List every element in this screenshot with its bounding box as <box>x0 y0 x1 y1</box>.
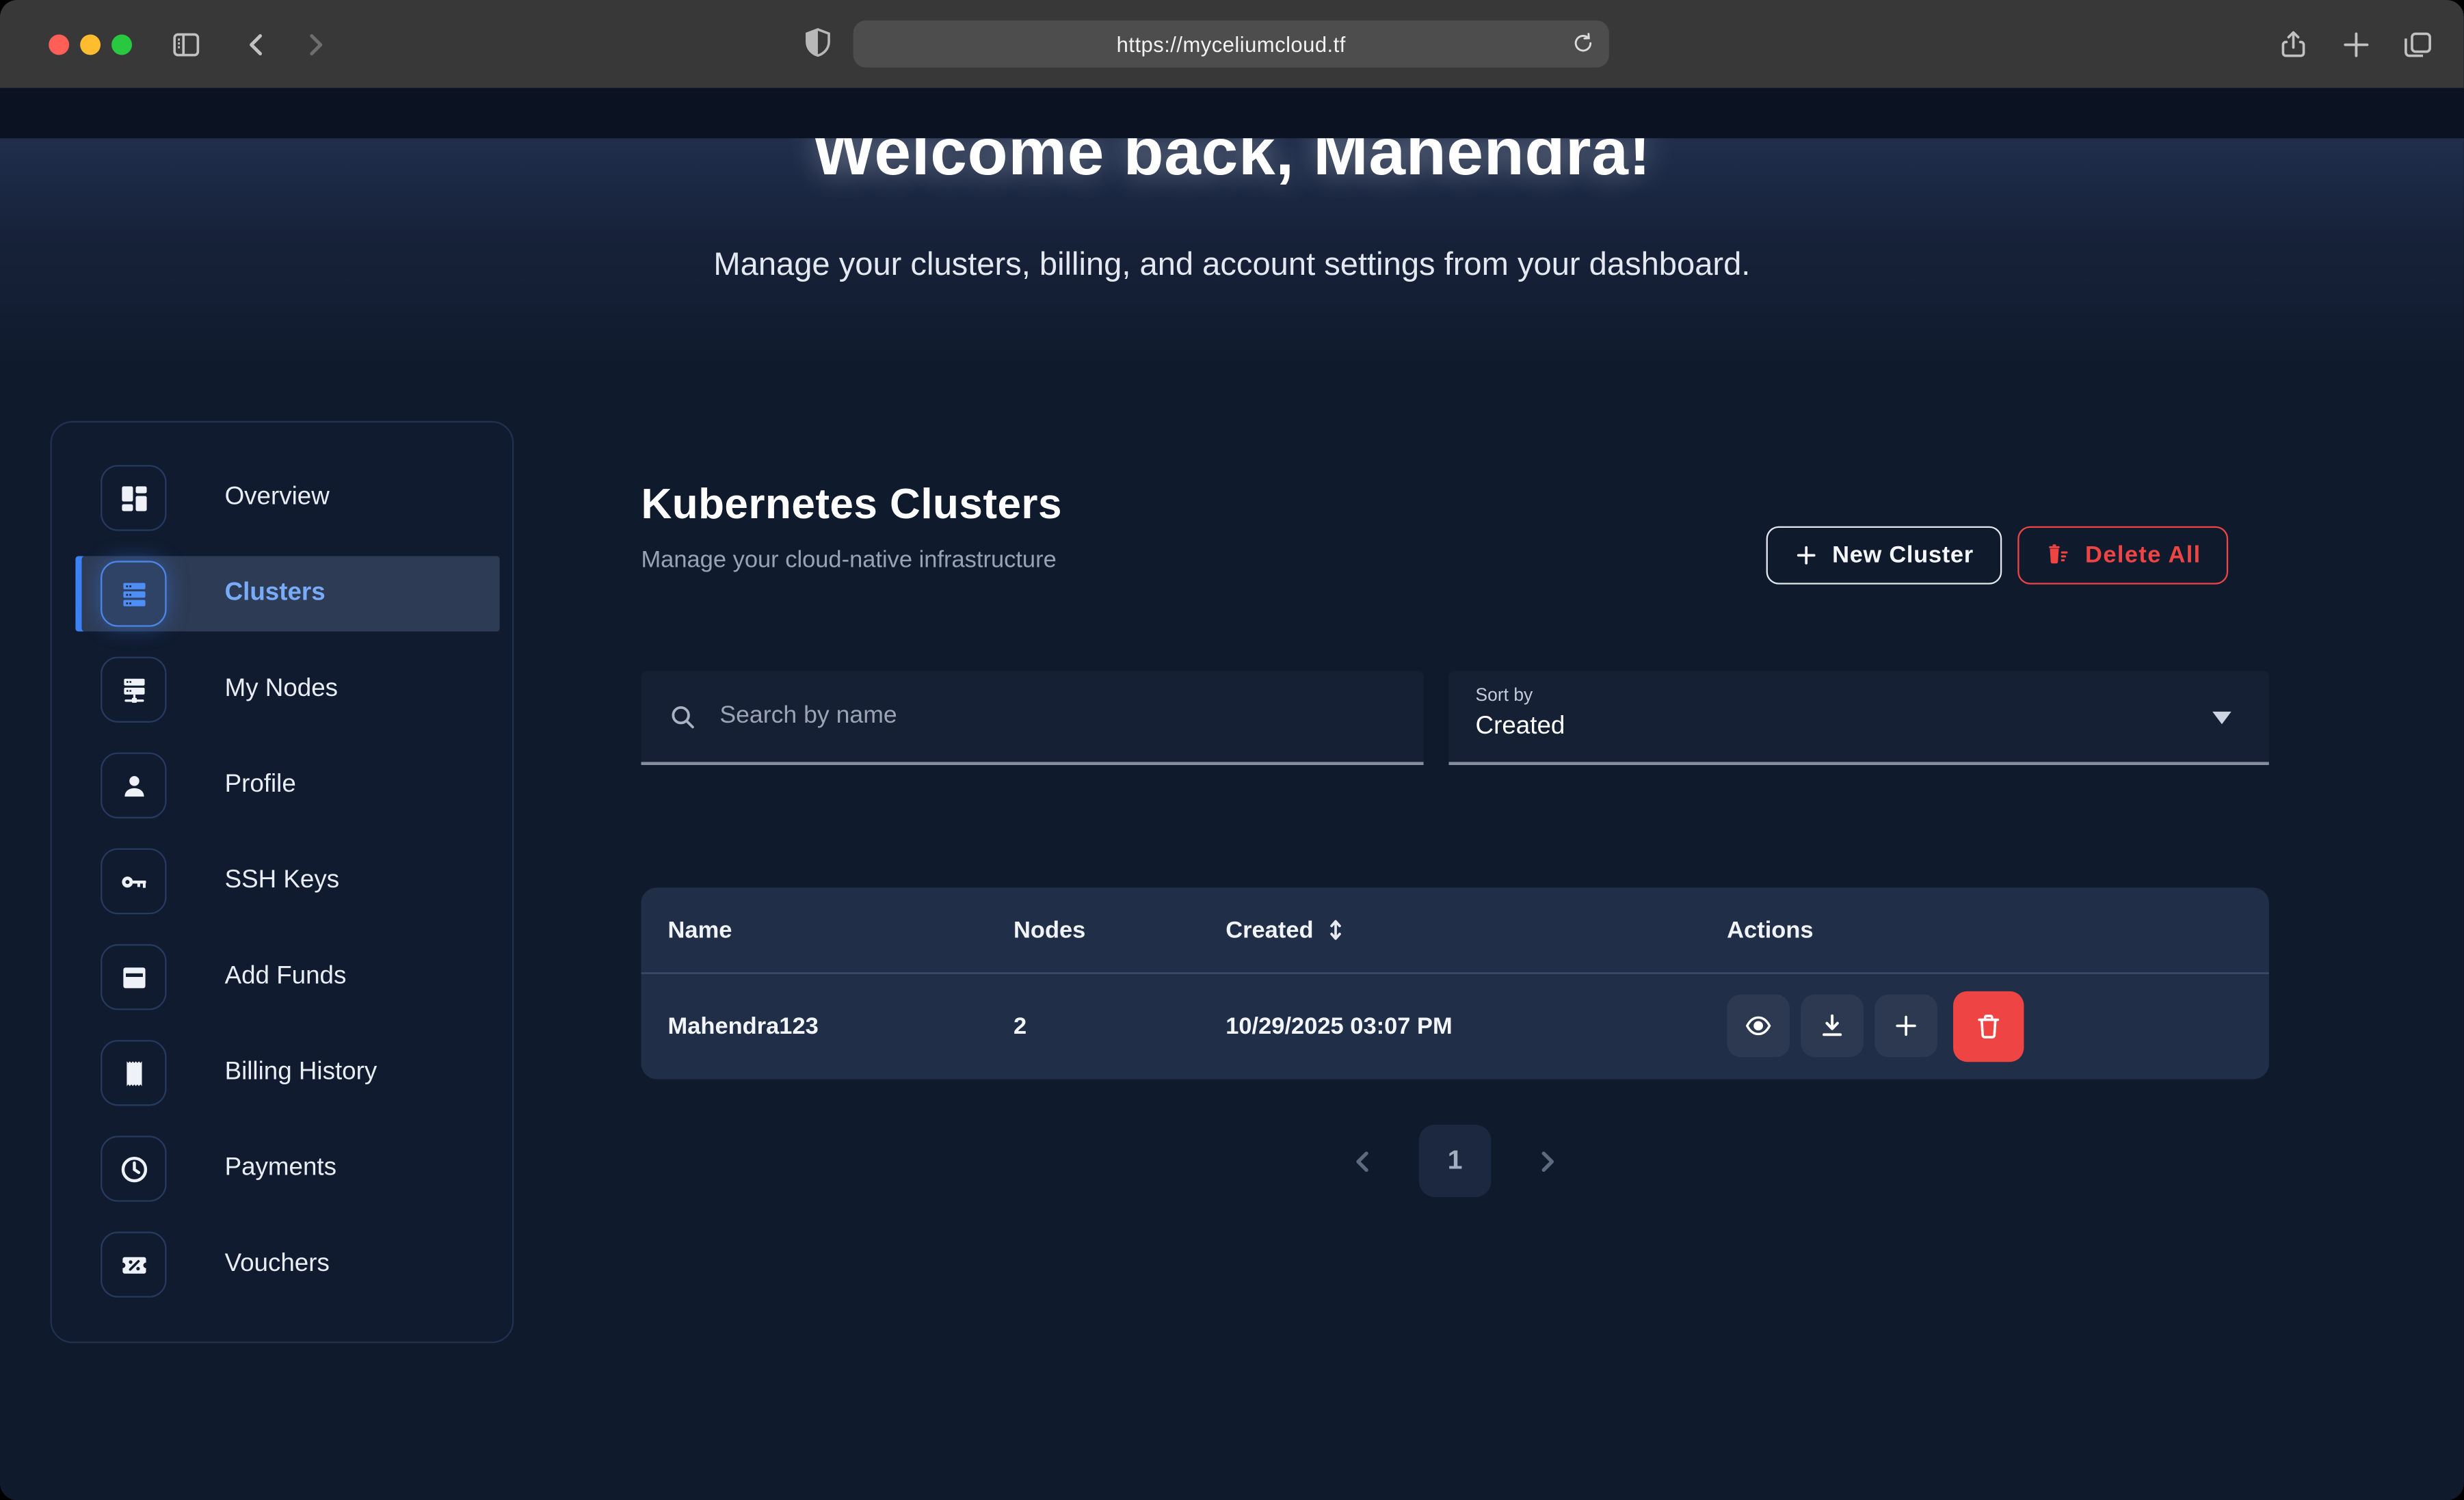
browser-window: https://myceliumcloud.tf <box>0 0 2464 1500</box>
download-icon <box>1818 1012 1846 1040</box>
delete-cluster-button[interactable] <box>1953 991 2024 1061</box>
sort-by-label: Sort by <box>1476 686 1533 706</box>
column-header-actions: Actions <box>1727 917 2269 943</box>
delete-all-label: Delete All <box>2085 542 2201 569</box>
welcome-title: Welcome back, Mahendra! <box>0 138 2464 190</box>
nodes-icon <box>101 656 167 723</box>
ticket-icon <box>101 1231 167 1298</box>
screen: https://myceliumcloud.tf <box>0 0 2464 1500</box>
table-row: Mahendra123 2 10/29/2025 03:07 PM <box>641 974 2268 1078</box>
column-header-nodes: Nodes <box>1014 917 1226 943</box>
forward-icon[interactable] <box>302 31 328 58</box>
sidebar-item-payments[interactable]: Payments <box>75 1131 499 1206</box>
clusters-table: Name Nodes Created Actions Mahendra123 2… <box>641 887 2268 1079</box>
server-stack-icon <box>101 561 167 627</box>
pagination: 1 <box>641 1125 2268 1197</box>
sidebar-item-vouchers[interactable]: Vouchers <box>75 1227 499 1302</box>
search-icon <box>668 701 698 732</box>
url-text: https://myceliumcloud.tf <box>1117 32 1346 55</box>
hero-header: Welcome back, Mahendra! <box>0 138 2464 251</box>
column-header-created[interactable]: Created <box>1226 917 1727 943</box>
sidebar-item-label: Clusters <box>225 580 326 608</box>
sidebar-item-add-funds[interactable]: Add Funds <box>75 939 499 1015</box>
page-title: Kubernetes Clusters <box>641 481 1062 529</box>
browser-toolbar: https://myceliumcloud.tf <box>0 0 2464 90</box>
delete-sweep-icon <box>2044 542 2071 569</box>
sidebar-item-label: Overview <box>225 484 330 512</box>
page-number-button[interactable]: 1 <box>1419 1125 1492 1197</box>
sidebar-item-label: SSH Keys <box>225 867 340 895</box>
address-bar[interactable]: https://myceliumcloud.tf <box>853 21 1609 68</box>
clock-icon <box>101 1136 167 1202</box>
wallet-icon <box>101 944 167 1010</box>
plus-icon <box>1892 1012 1920 1040</box>
person-icon <box>101 753 167 819</box>
sidebar-item-profile[interactable]: Profile <box>75 748 499 823</box>
chevron-down-icon <box>2212 712 2231 724</box>
welcome-subtitle: Manage your clusters, billing, and accou… <box>0 247 2464 284</box>
sidebar-item-label: Vouchers <box>225 1250 330 1278</box>
share-icon[interactable] <box>2277 28 2309 61</box>
new-tab-icon[interactable] <box>2340 28 2372 61</box>
page-subtitle: Manage your cloud-native infrastructure <box>641 547 1062 574</box>
page-top-strip <box>0 88 2464 139</box>
zoom-window-button[interactable] <box>111 35 132 55</box>
previous-page-button[interactable] <box>1350 1147 1377 1174</box>
search-input[interactable] <box>717 701 1424 732</box>
privacy-shield-icon[interactable] <box>802 27 834 59</box>
close-window-button[interactable] <box>49 35 69 55</box>
plus-icon <box>1794 544 1818 567</box>
new-cluster-label: New Cluster <box>1832 542 1974 569</box>
add-node-button[interactable] <box>1875 994 1937 1057</box>
minimize-window-button[interactable] <box>80 35 101 55</box>
row-actions <box>1727 991 2269 1061</box>
tab-overview-icon[interactable] <box>2401 28 2434 61</box>
chevron-right-icon <box>1534 1147 1561 1174</box>
cluster-created-cell: 10/29/2025 03:07 PM <box>1226 1013 1727 1039</box>
sidebar-item-label: Payments <box>225 1155 336 1183</box>
delete-all-button[interactable]: Delete All <box>2017 526 2227 585</box>
cluster-name-cell: Mahendra123 <box>668 1013 1014 1039</box>
sidebar-item-label: Profile <box>225 771 296 799</box>
sort-dropdown[interactable]: Sort by Created <box>1448 671 2268 765</box>
sort-updown-icon <box>1326 918 1345 943</box>
sidebar-item-billing-history[interactable]: Billing History <box>75 1035 499 1110</box>
receipt-icon <box>101 1040 167 1106</box>
column-header-name: Name <box>668 917 1014 943</box>
download-kubeconfig-button[interactable] <box>1801 994 1864 1057</box>
sidebar-toggle-icon[interactable] <box>170 28 202 61</box>
eye-icon <box>1744 1012 1772 1040</box>
cluster-nodes-cell: 2 <box>1014 1013 1226 1039</box>
search-field[interactable] <box>641 671 1423 765</box>
new-cluster-button[interactable]: New Cluster <box>1766 526 2002 585</box>
sidebar-item-label: Billing History <box>225 1059 377 1087</box>
sidebar-item-label: My Nodes <box>225 675 339 704</box>
view-cluster-button[interactable] <box>1727 994 1790 1057</box>
sidebar-item-clusters[interactable]: Clusters <box>75 556 499 631</box>
dashboard-page: Welcome back, Mahendra! Manage your clus… <box>0 88 2464 1500</box>
back-icon[interactable] <box>243 31 270 58</box>
cluster-actions: New Cluster Delete All <box>1766 526 2228 585</box>
clusters-header: Kubernetes Clusters Manage your cloud-na… <box>641 481 1062 574</box>
reload-icon[interactable] <box>1572 31 1595 55</box>
next-page-button[interactable] <box>1534 1147 1561 1174</box>
sidebar-item-my-nodes[interactable]: My Nodes <box>75 652 499 727</box>
chevron-left-icon <box>1350 1147 1377 1174</box>
table-header-row: Name Nodes Created Actions <box>641 887 2268 974</box>
key-icon <box>101 848 167 915</box>
trash-icon <box>1974 1011 2004 1041</box>
dashboard-icon <box>101 465 167 531</box>
sidebar: Overview Clusters <box>51 421 514 1343</box>
sidebar-item-overview[interactable]: Overview <box>75 460 499 535</box>
sort-selected-value: Created <box>1476 713 1565 741</box>
sidebar-item-label: Add Funds <box>225 963 347 991</box>
sidebar-item-ssh-keys[interactable]: SSH Keys <box>75 844 499 919</box>
